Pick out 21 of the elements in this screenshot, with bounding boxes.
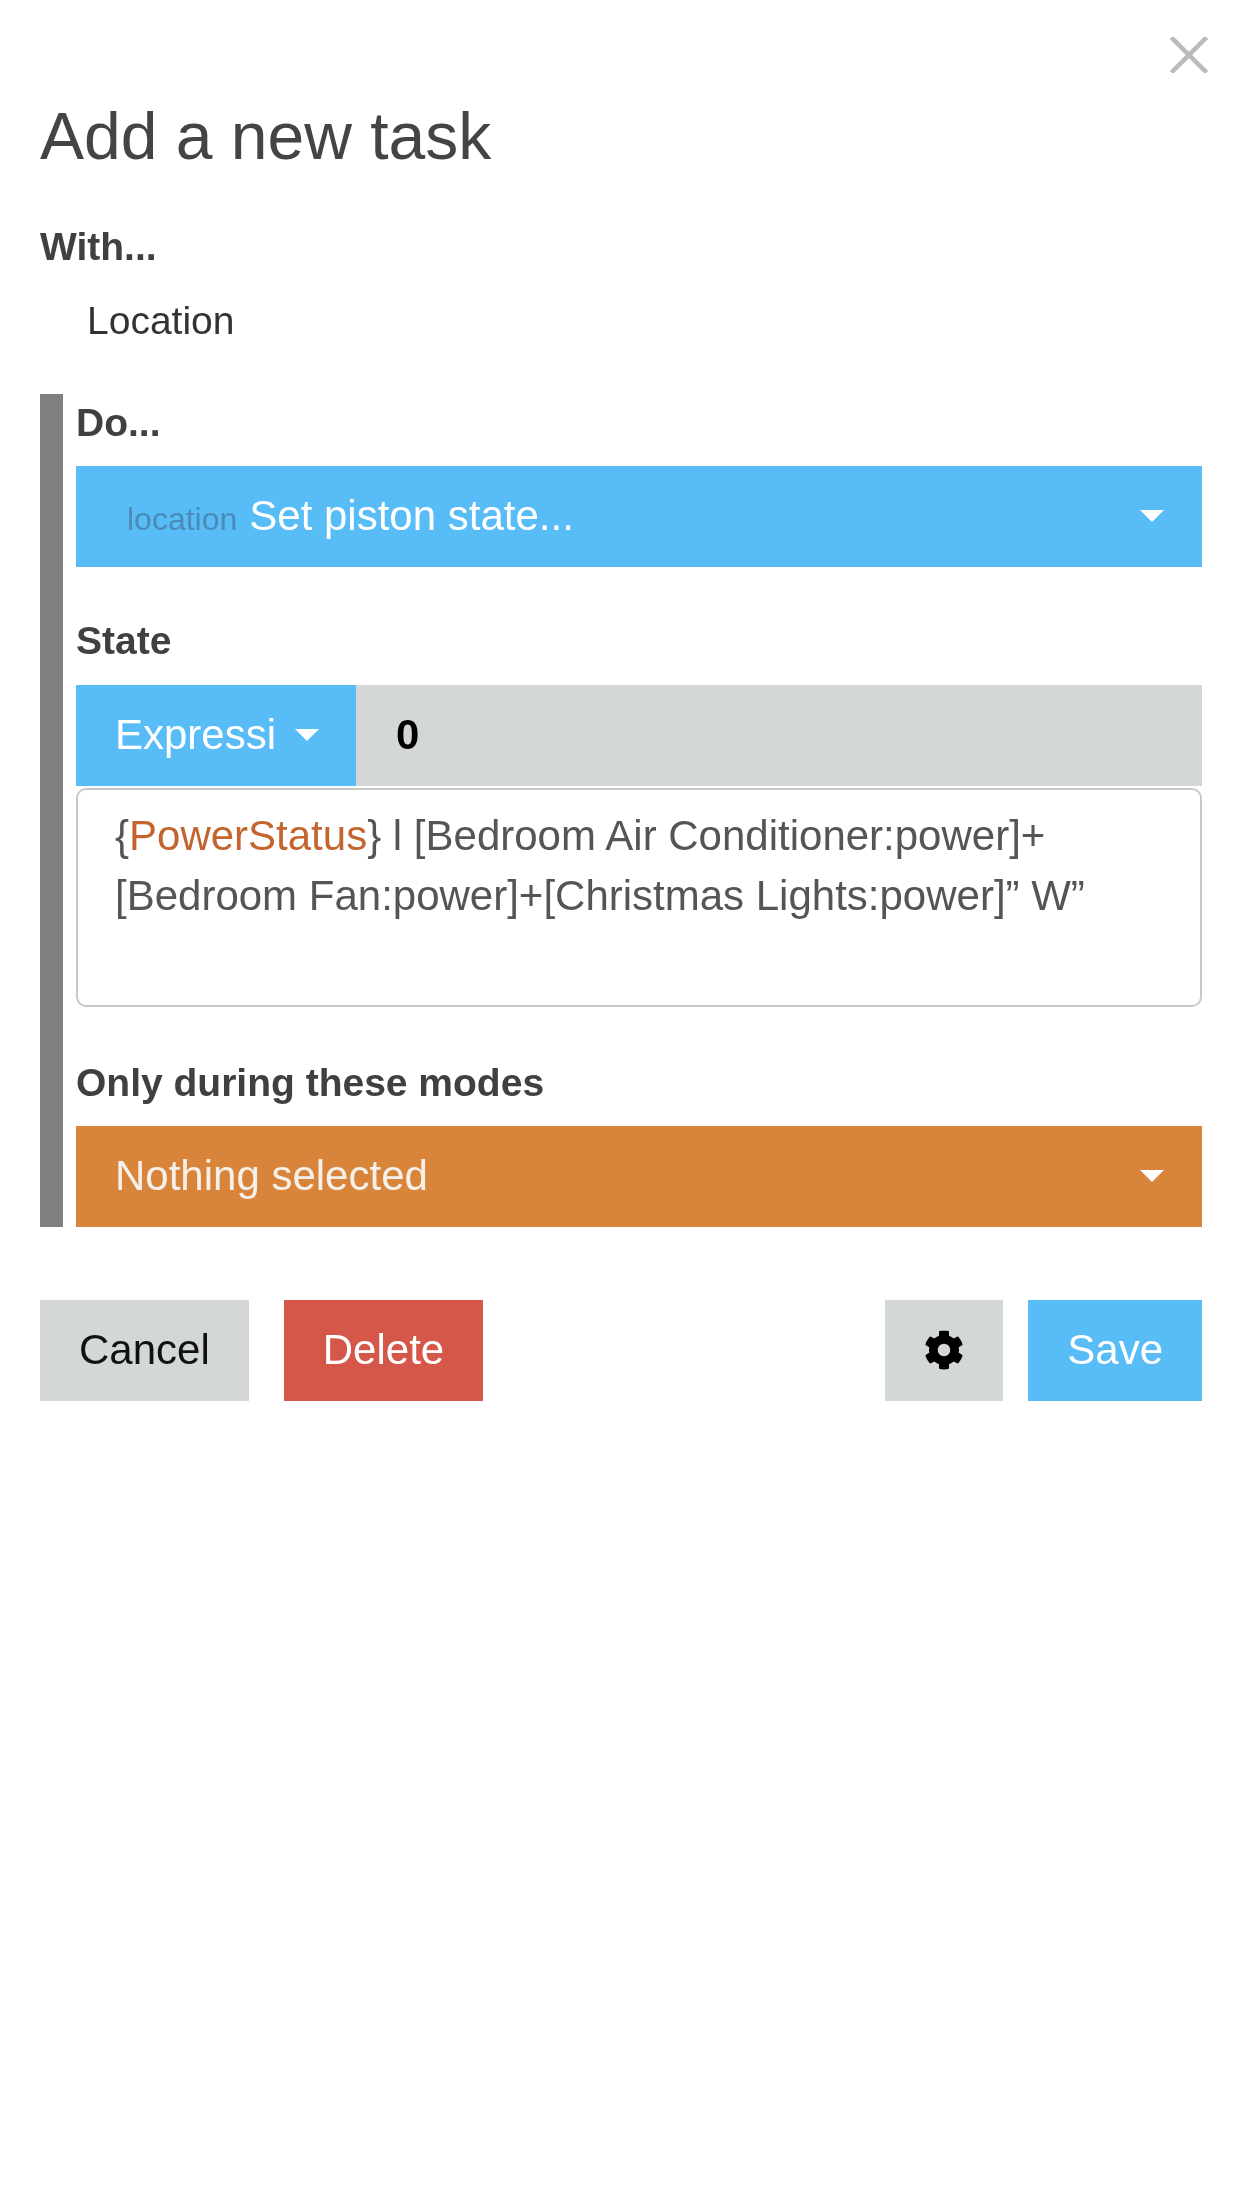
dialog-title: Add a new task [40,100,493,173]
delete-button[interactable]: Delete [283,1299,484,1401]
action-dropdown[interactable]: location Set piston state... [76,465,1202,567]
modes-dropdown[interactable]: Nothing selected [76,1125,1202,1227]
with-label: With... [40,223,158,270]
close-icon [1170,37,1208,73]
caret-icon [1140,510,1164,523]
do-label: Do... [76,399,162,446]
value-field[interactable]: 0 [356,684,1202,786]
save-button[interactable]: Save [1028,1299,1202,1401]
gear-icon [924,1330,965,1371]
state-label: State [76,617,173,664]
caret-icon [295,729,320,742]
cancel-button[interactable]: Cancel [40,1299,249,1401]
context-label: location [127,501,238,538]
settings-button[interactable] [885,1299,1004,1401]
caret-icon [1140,1170,1164,1183]
subject-text: Location [87,297,236,344]
type-dropdown[interactable]: Expressi [76,684,356,786]
expression-field[interactable]: {PowerStatus} l [Bedroom Air Conditioner:power]+[Bedroom Fan:power]+[Christmas Lights:power]” W” [76,787,1202,1007]
modes-label: Only during these modes [76,1059,546,1106]
